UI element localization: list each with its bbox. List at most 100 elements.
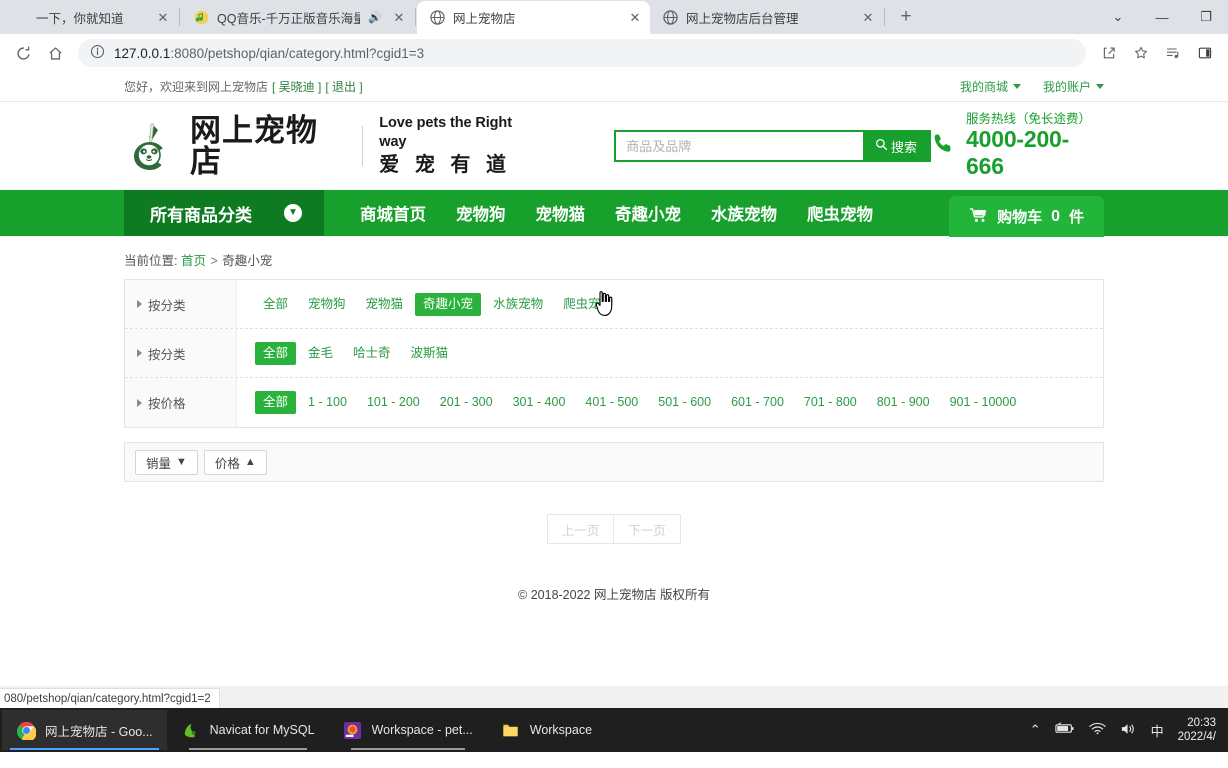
welcome-message: 您好，欢迎来到网上宠物店 [ 吴晓迪 ] [ 退出 ] (124, 78, 363, 95)
price-option-4[interactable]: 301 - 400 (505, 391, 574, 414)
info-circle-icon[interactable] (90, 44, 105, 62)
username-link[interactable]: [ 吴晓迪 ] (272, 78, 321, 95)
wifi-icon[interactable] (1088, 722, 1106, 738)
subfilter-option-all[interactable]: 全部 (255, 341, 297, 365)
shopping-cart-button[interactable]: 购物车 0 件 (949, 196, 1104, 237)
home-icon[interactable] (40, 38, 70, 68)
filter-label: 按价格 (125, 378, 237, 427)
clock[interactable]: 20:33 2022/4/ (1178, 716, 1216, 745)
globe-icon (429, 10, 445, 26)
browser-tab-2[interactable]: QQ音乐-千万正版音乐海量 🔊 ✕ (181, 1, 414, 34)
slogan-chinese: 爱 宠 有 道 (379, 153, 511, 176)
maximize-button[interactable]: ❐ (1184, 1, 1228, 33)
nav-item-aquatic[interactable]: 水族宠物 (711, 201, 777, 225)
taskbar-item-chrome[interactable]: 网上宠物店 - Goo... (2, 710, 167, 750)
tab-close-icon[interactable]: ✕ (859, 9, 877, 27)
browser-tab-1[interactable]: 一下，你就知道 ✕ (0, 1, 178, 34)
address-bar[interactable]: 127.0.0.1:8080/petshop/qian/category.htm… (78, 39, 1086, 67)
phone-icon (931, 131, 957, 162)
tab-search-icon[interactable]: ⌄ (1096, 1, 1140, 33)
site-logo[interactable]: 网上宠物店 (124, 115, 346, 177)
status-bar: 080/petshop/qian/category.html?cgid1=2 (0, 688, 220, 708)
my-mall-menu[interactable]: 我的商城 (960, 78, 1021, 95)
price-option-9[interactable]: 801 - 900 (869, 391, 938, 414)
nav-item-home[interactable]: 商城首页 (360, 201, 426, 225)
share-icon[interactable] (1094, 38, 1124, 68)
filter-option-all[interactable]: 全部 (255, 293, 296, 316)
triangle-right-icon (137, 349, 142, 357)
filter-option-cats[interactable]: 宠物猫 (358, 293, 412, 316)
new-tab-button[interactable]: + (892, 3, 920, 31)
filter-values: 全部 金毛 哈士奇 波斯猫 (237, 329, 1103, 377)
all-categories-label: 所有商品分类 (150, 205, 252, 225)
site-footer: © 2018-2022 网上宠物店 版权所有 (518, 588, 710, 602)
chrome-icon (16, 720, 36, 740)
tab-close-icon[interactable]: ✕ (154, 9, 172, 27)
price-option-3[interactable]: 201 - 300 (432, 391, 501, 414)
star-icon[interactable] (1126, 38, 1156, 68)
status-bar-url: 080/petshop/qian/category.html?cgid1=2 (4, 692, 211, 705)
pagination: 上一页 下一页 (0, 514, 1228, 544)
tab-audio-icon[interactable]: 🔊 (368, 11, 382, 24)
taskbar-item-intellij[interactable]: Workspace - pet... (329, 710, 487, 750)
filter-option-aquatic[interactable]: 水族宠物 (485, 293, 551, 316)
nav-item-small-pets[interactable]: 奇趣小宠 (615, 201, 681, 225)
price-option-2[interactable]: 101 - 200 (359, 391, 428, 414)
subfilter-option-husky[interactable]: 哈士奇 (345, 342, 399, 365)
hotline-label: 服务热线（免长途费） (966, 111, 1092, 126)
cart-count: 0 (1051, 207, 1060, 225)
all-categories-button[interactable]: 所有商品分类 ▼ (124, 190, 324, 236)
price-option-6[interactable]: 501 - 600 (650, 391, 719, 414)
battery-icon[interactable] (1054, 722, 1075, 738)
ime-indicator[interactable]: 中 (1151, 721, 1164, 740)
nav-item-reptiles[interactable]: 爬虫宠物 (807, 201, 873, 225)
price-option-10[interactable]: 901 - 10000 (942, 391, 1025, 414)
search-button[interactable]: 搜索 (863, 132, 930, 160)
tray-expand-icon[interactable]: ⌃ (1030, 722, 1041, 738)
logout-link[interactable]: [ 退出 ] (325, 78, 362, 95)
side-panel-icon[interactable] (1190, 38, 1220, 68)
breadcrumb-current: 奇趣小宠 (222, 254, 273, 268)
browser-tab-4[interactable]: 网上宠物店后台管理 ✕ (650, 1, 883, 34)
nav-links: 商城首页 宠物狗 宠物猫 奇趣小宠 水族宠物 爬虫宠物 (324, 190, 873, 236)
nav-item-cats[interactable]: 宠物猫 (536, 201, 586, 225)
tab-title: QQ音乐-千万正版音乐海量 (217, 12, 361, 26)
page-content: 您好，欢迎来到网上宠物店 [ 吴晓迪 ] [ 退出 ] 我的商城 我的账户 网上… (0, 72, 1228, 615)
next-page-button[interactable]: 下一页 (614, 514, 681, 544)
sort-by-sales-button[interactable]: 销量 ▼ (135, 449, 198, 475)
breadcrumb-separator: > (210, 254, 218, 268)
price-option-7[interactable]: 601 - 700 (723, 391, 792, 414)
filter-option-small-pets[interactable]: 奇趣小宠 (415, 292, 482, 316)
filter-option-dogs[interactable]: 宠物狗 (300, 293, 354, 316)
slogan-english: Love pets the Right way (379, 115, 512, 150)
breadcrumb-home-link[interactable]: 首页 (181, 254, 206, 268)
price-option-8[interactable]: 701 - 800 (796, 391, 865, 414)
price-option-1[interactable]: 1 - 100 (300, 391, 355, 414)
price-option-5[interactable]: 401 - 500 (577, 391, 646, 414)
tab-close-icon[interactable]: ✕ (390, 9, 408, 27)
my-account-menu[interactable]: 我的账户 (1043, 78, 1104, 95)
media-list-icon[interactable] (1158, 38, 1188, 68)
browser-tab-3[interactable]: 网上宠物店 ✕ (417, 1, 650, 34)
filter-label-text: 按价格 (148, 397, 186, 411)
logo-divider (362, 126, 364, 166)
sort-by-price-button[interactable]: 价格 ▲ (203, 449, 267, 475)
url-path: /petshop/qian/category.html?cgid1=3 (204, 45, 425, 61)
subfilter-option-golden[interactable]: 金毛 (300, 342, 341, 365)
minimize-button[interactable]: — (1140, 1, 1184, 33)
filter-option-reptiles[interactable]: 爬虫宠物 (555, 293, 621, 316)
price-option-all[interactable]: 全部 (255, 391, 297, 414)
tab-close-icon[interactable]: ✕ (626, 9, 644, 27)
globe-icon (662, 10, 678, 26)
nav-item-dogs[interactable]: 宠物狗 (456, 201, 506, 225)
reload-icon[interactable] (8, 38, 38, 68)
prev-page-button[interactable]: 上一页 (547, 514, 614, 544)
tab-title: 一下，你就知道 (36, 12, 124, 26)
tab-divider (179, 8, 180, 26)
subfilter-option-persian[interactable]: 波斯猫 (403, 342, 457, 365)
taskbar-item-navicat[interactable]: Navicat for MySQL (167, 710, 329, 750)
volume-icon[interactable] (1120, 722, 1137, 739)
search-input[interactable] (616, 132, 864, 160)
my-mall-label: 我的商城 (959, 80, 1008, 94)
taskbar-item-explorer[interactable]: Workspace (487, 710, 606, 750)
